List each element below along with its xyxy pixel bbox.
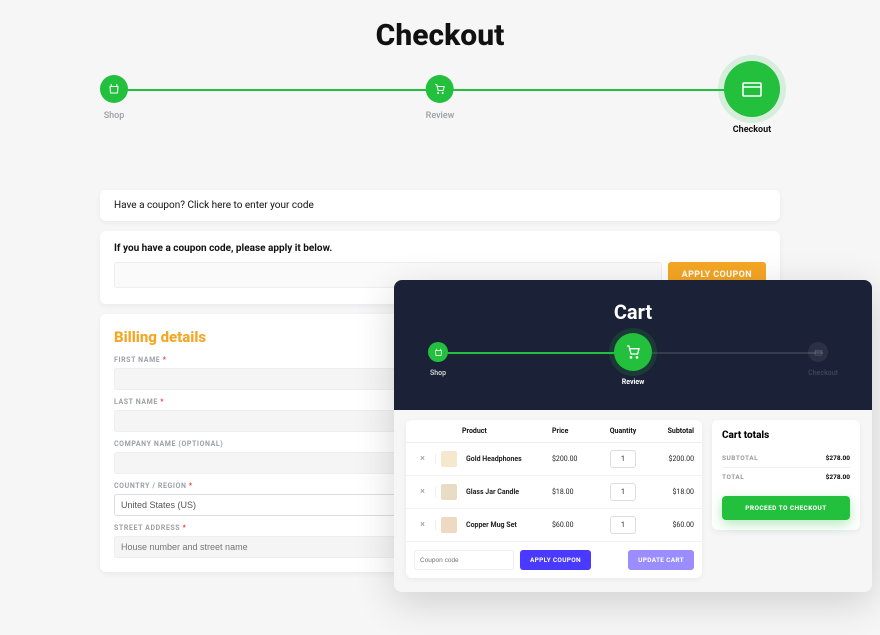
progress-label: Shop: [100, 111, 128, 121]
cart-body: Product Price Quantity Subtotal × Gold H…: [394, 410, 872, 592]
last-name-input[interactable]: [114, 410, 421, 432]
total-value: $278.00: [826, 473, 850, 481]
product-name[interactable]: Glass Jar Candle: [462, 488, 552, 496]
cart-step-label: Checkout: [808, 369, 838, 377]
remove-icon[interactable]: ×: [414, 520, 436, 530]
product-name[interactable]: Gold Headphones: [462, 455, 552, 463]
progress-step-checkout[interactable]: Checkout: [724, 75, 780, 135]
col-subtotal: Subtotal: [644, 427, 694, 435]
card-icon: [808, 342, 828, 362]
cart-icon: [614, 333, 652, 371]
checkout-progress: Shop Review Checkout: [100, 75, 780, 135]
cart-step-label: Review: [614, 378, 652, 386]
cart-table: Product Price Quantity Subtotal × Gold H…: [406, 420, 702, 578]
col-price: Price: [552, 427, 602, 435]
product-price: $18.00: [552, 488, 602, 496]
cart-step-label: Shop: [428, 369, 448, 377]
coupon-notice: If you have a coupon code, please apply …: [114, 243, 766, 254]
street-label: STREET ADDRESS *: [114, 524, 421, 532]
coupon-prompt-text: Have a coupon? Click here to enter your …: [114, 200, 314, 211]
billing-title: Billing details: [114, 328, 421, 346]
cart-row: × Copper Mug Set $60.00 1 $60.00: [406, 509, 702, 542]
update-cart-button[interactable]: UPDATE CART: [628, 550, 694, 570]
country-label: COUNTRY / REGION *: [114, 482, 421, 490]
cart-totals-title: Cart totals: [722, 430, 850, 441]
coupon-code-input[interactable]: [414, 550, 514, 570]
progress-line-active: [438, 352, 633, 354]
product-price: $200.00: [552, 455, 602, 463]
first-name-label: FIRST NAME *: [114, 356, 421, 364]
card-icon: [724, 61, 780, 117]
progress-label: Review: [426, 111, 455, 121]
country-select[interactable]: [114, 494, 421, 516]
company-label: COMPANY NAME (OPTIONAL): [114, 440, 421, 448]
product-subtotal: $60.00: [644, 521, 694, 529]
subtotal-value: $278.00: [826, 454, 850, 462]
remove-icon[interactable]: ×: [414, 487, 436, 497]
progress-label: Checkout: [724, 125, 780, 135]
billing-panel: Billing details FIRST NAME * LAST NAME *…: [100, 314, 435, 572]
proceed-to-checkout-button[interactable]: PROCEED TO CHECKOUT: [722, 496, 850, 520]
product-thumb[interactable]: [441, 517, 457, 533]
coupon-prompt-panel[interactable]: Have a coupon? Click here to enter your …: [100, 190, 780, 221]
cart-header: Cart Shop Review Checkout: [394, 280, 872, 410]
progress-line-idle: [648, 352, 823, 354]
cart-title: Cart: [422, 300, 844, 324]
subtotal-label: SUBTOTAL: [722, 454, 758, 462]
apply-coupon-button[interactable]: APPLY COUPON: [520, 550, 591, 570]
product-subtotal: $200.00: [644, 455, 694, 463]
bag-icon: [428, 342, 448, 362]
totals-total-row: TOTAL $278.00: [722, 468, 850, 486]
last-name-label: LAST NAME *: [114, 398, 421, 406]
quantity-input[interactable]: 1: [610, 516, 636, 534]
product-price: $60.00: [552, 521, 602, 529]
progress-step-shop[interactable]: Shop: [100, 75, 128, 121]
cart-table-footer: APPLY COUPON UPDATE CART: [406, 542, 702, 578]
company-input[interactable]: [114, 452, 421, 474]
cart-row: × Glass Jar Candle $18.00 1 $18.00: [406, 476, 702, 509]
progress-step-review[interactable]: Review: [426, 75, 455, 121]
cart-totals-panel: Cart totals SUBTOTAL $278.00 TOTAL $278.…: [712, 420, 860, 530]
product-subtotal: $18.00: [644, 488, 694, 496]
cart-table-head: Product Price Quantity Subtotal: [406, 420, 702, 443]
cart-card: Cart Shop Review Checkout: [394, 280, 872, 592]
product-name[interactable]: Copper Mug Set: [462, 521, 552, 529]
bag-icon: [100, 75, 128, 103]
cart-step-shop[interactable]: Shop: [428, 342, 448, 377]
remove-icon[interactable]: ×: [414, 454, 436, 464]
cart-icon: [426, 75, 454, 103]
first-name-input[interactable]: [114, 368, 421, 390]
product-thumb[interactable]: [441, 451, 457, 467]
quantity-input[interactable]: 1: [610, 483, 636, 501]
totals-subtotal-row: SUBTOTAL $278.00: [722, 449, 850, 468]
cart-progress: Shop Review Checkout: [428, 342, 838, 382]
product-thumb[interactable]: [441, 484, 457, 500]
country-value[interactable]: [114, 494, 421, 516]
col-product: Product: [462, 427, 552, 435]
cart-step-review[interactable]: Review: [614, 342, 652, 386]
total-label: TOTAL: [722, 473, 744, 481]
cart-step-checkout[interactable]: Checkout: [808, 342, 838, 377]
checkout-title: Checkout: [0, 18, 880, 53]
cart-row: × Gold Headphones $200.00 1 $200.00: [406, 443, 702, 476]
quantity-input[interactable]: 1: [610, 450, 636, 468]
street-input[interactable]: [114, 536, 421, 558]
col-quantity: Quantity: [602, 427, 644, 435]
